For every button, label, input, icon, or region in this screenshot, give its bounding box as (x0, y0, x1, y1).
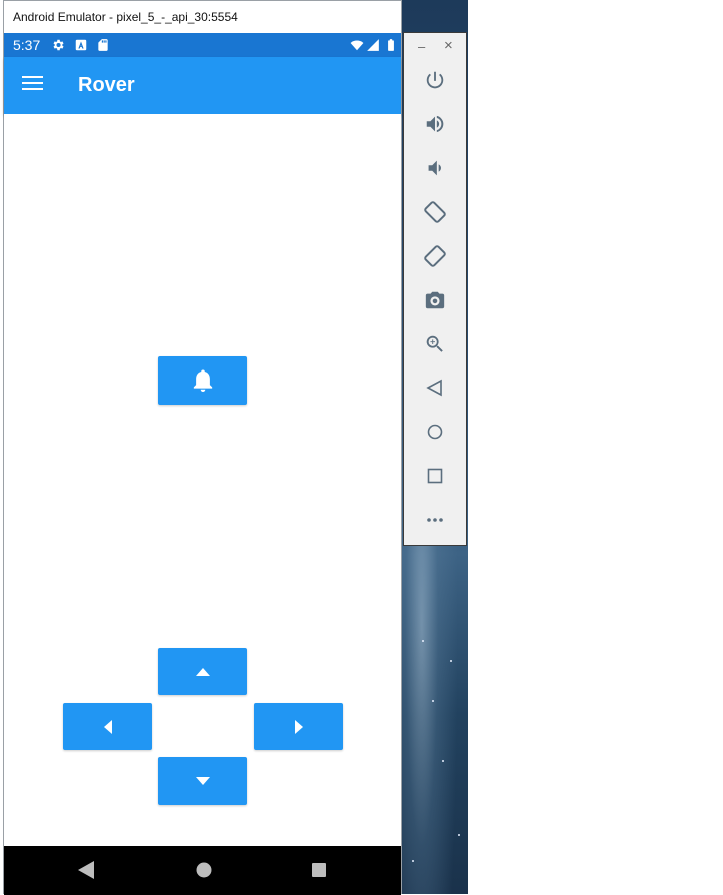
volume-up-icon (426, 115, 444, 133)
rotate-left-button[interactable] (422, 199, 448, 225)
toolbar-home-button[interactable] (422, 419, 448, 445)
more-button[interactable] (422, 507, 448, 533)
minimize-button[interactable]: – (418, 39, 425, 54)
camera-icon (425, 291, 445, 309)
star (432, 700, 434, 702)
hamburger-menu-icon[interactable] (22, 76, 43, 94)
zoom-button[interactable] (422, 331, 448, 357)
triangle-left-icon (103, 719, 112, 734)
emulator-window: Android Emulator - pixel_5_-_api_30:5554… (3, 0, 402, 895)
a-badge-icon (75, 39, 87, 51)
screenshot-button[interactable] (422, 287, 448, 313)
rotate-right-button[interactable] (422, 243, 448, 269)
star (450, 660, 452, 662)
signal-icon (367, 39, 379, 51)
move-left-button[interactable] (63, 703, 152, 750)
toolbar-overview-button[interactable] (422, 463, 448, 489)
move-right-button[interactable] (254, 703, 343, 750)
emulator-toolbar: – × (403, 32, 467, 546)
system-navigation-bar (4, 846, 401, 895)
triangle-down-icon (195, 777, 210, 785)
gear-icon (53, 39, 64, 51)
app-title: Rover (78, 74, 135, 96)
bell-icon (193, 368, 212, 392)
back-icon (426, 379, 442, 397)
status-time: 5:37 (13, 37, 41, 53)
wifi-icon (350, 40, 364, 51)
volume-down-button[interactable] (422, 155, 448, 181)
rotate-left-icon (424, 201, 446, 223)
more-icon (427, 518, 443, 522)
home-icon (427, 424, 443, 440)
main-content (4, 114, 401, 846)
home-icon[interactable] (195, 860, 213, 880)
zoom-icon (426, 335, 443, 352)
star (442, 760, 444, 762)
triangle-right-icon (294, 719, 303, 734)
power-button[interactable] (422, 67, 448, 93)
sd-card-icon (98, 39, 108, 51)
status-bar: 5:37 (4, 33, 401, 57)
star (422, 640, 424, 642)
recents-icon[interactable] (310, 860, 328, 880)
back-icon[interactable] (78, 860, 96, 880)
volume-down-icon (428, 160, 441, 176)
move-up-button[interactable] (158, 648, 247, 695)
toolbar-back-button[interactable] (422, 375, 448, 401)
star (412, 860, 414, 862)
close-button[interactable]: × (444, 37, 453, 54)
window-title: Android Emulator - pixel_5_-_api_30:5554 (13, 10, 238, 24)
star (458, 834, 460, 836)
bell-button[interactable] (158, 356, 247, 405)
desktop-blank-area (468, 0, 723, 894)
volume-up-button[interactable] (422, 111, 448, 137)
power-icon (426, 71, 444, 89)
rotate-right-icon (424, 245, 446, 267)
triangle-up-icon (195, 667, 210, 676)
app-bar: Rover (4, 57, 401, 114)
overview-icon (427, 468, 443, 484)
window-titlebar[interactable]: Android Emulator - pixel_5_-_api_30:5554 (4, 1, 401, 33)
move-down-button[interactable] (158, 757, 247, 805)
battery-icon (388, 39, 394, 51)
